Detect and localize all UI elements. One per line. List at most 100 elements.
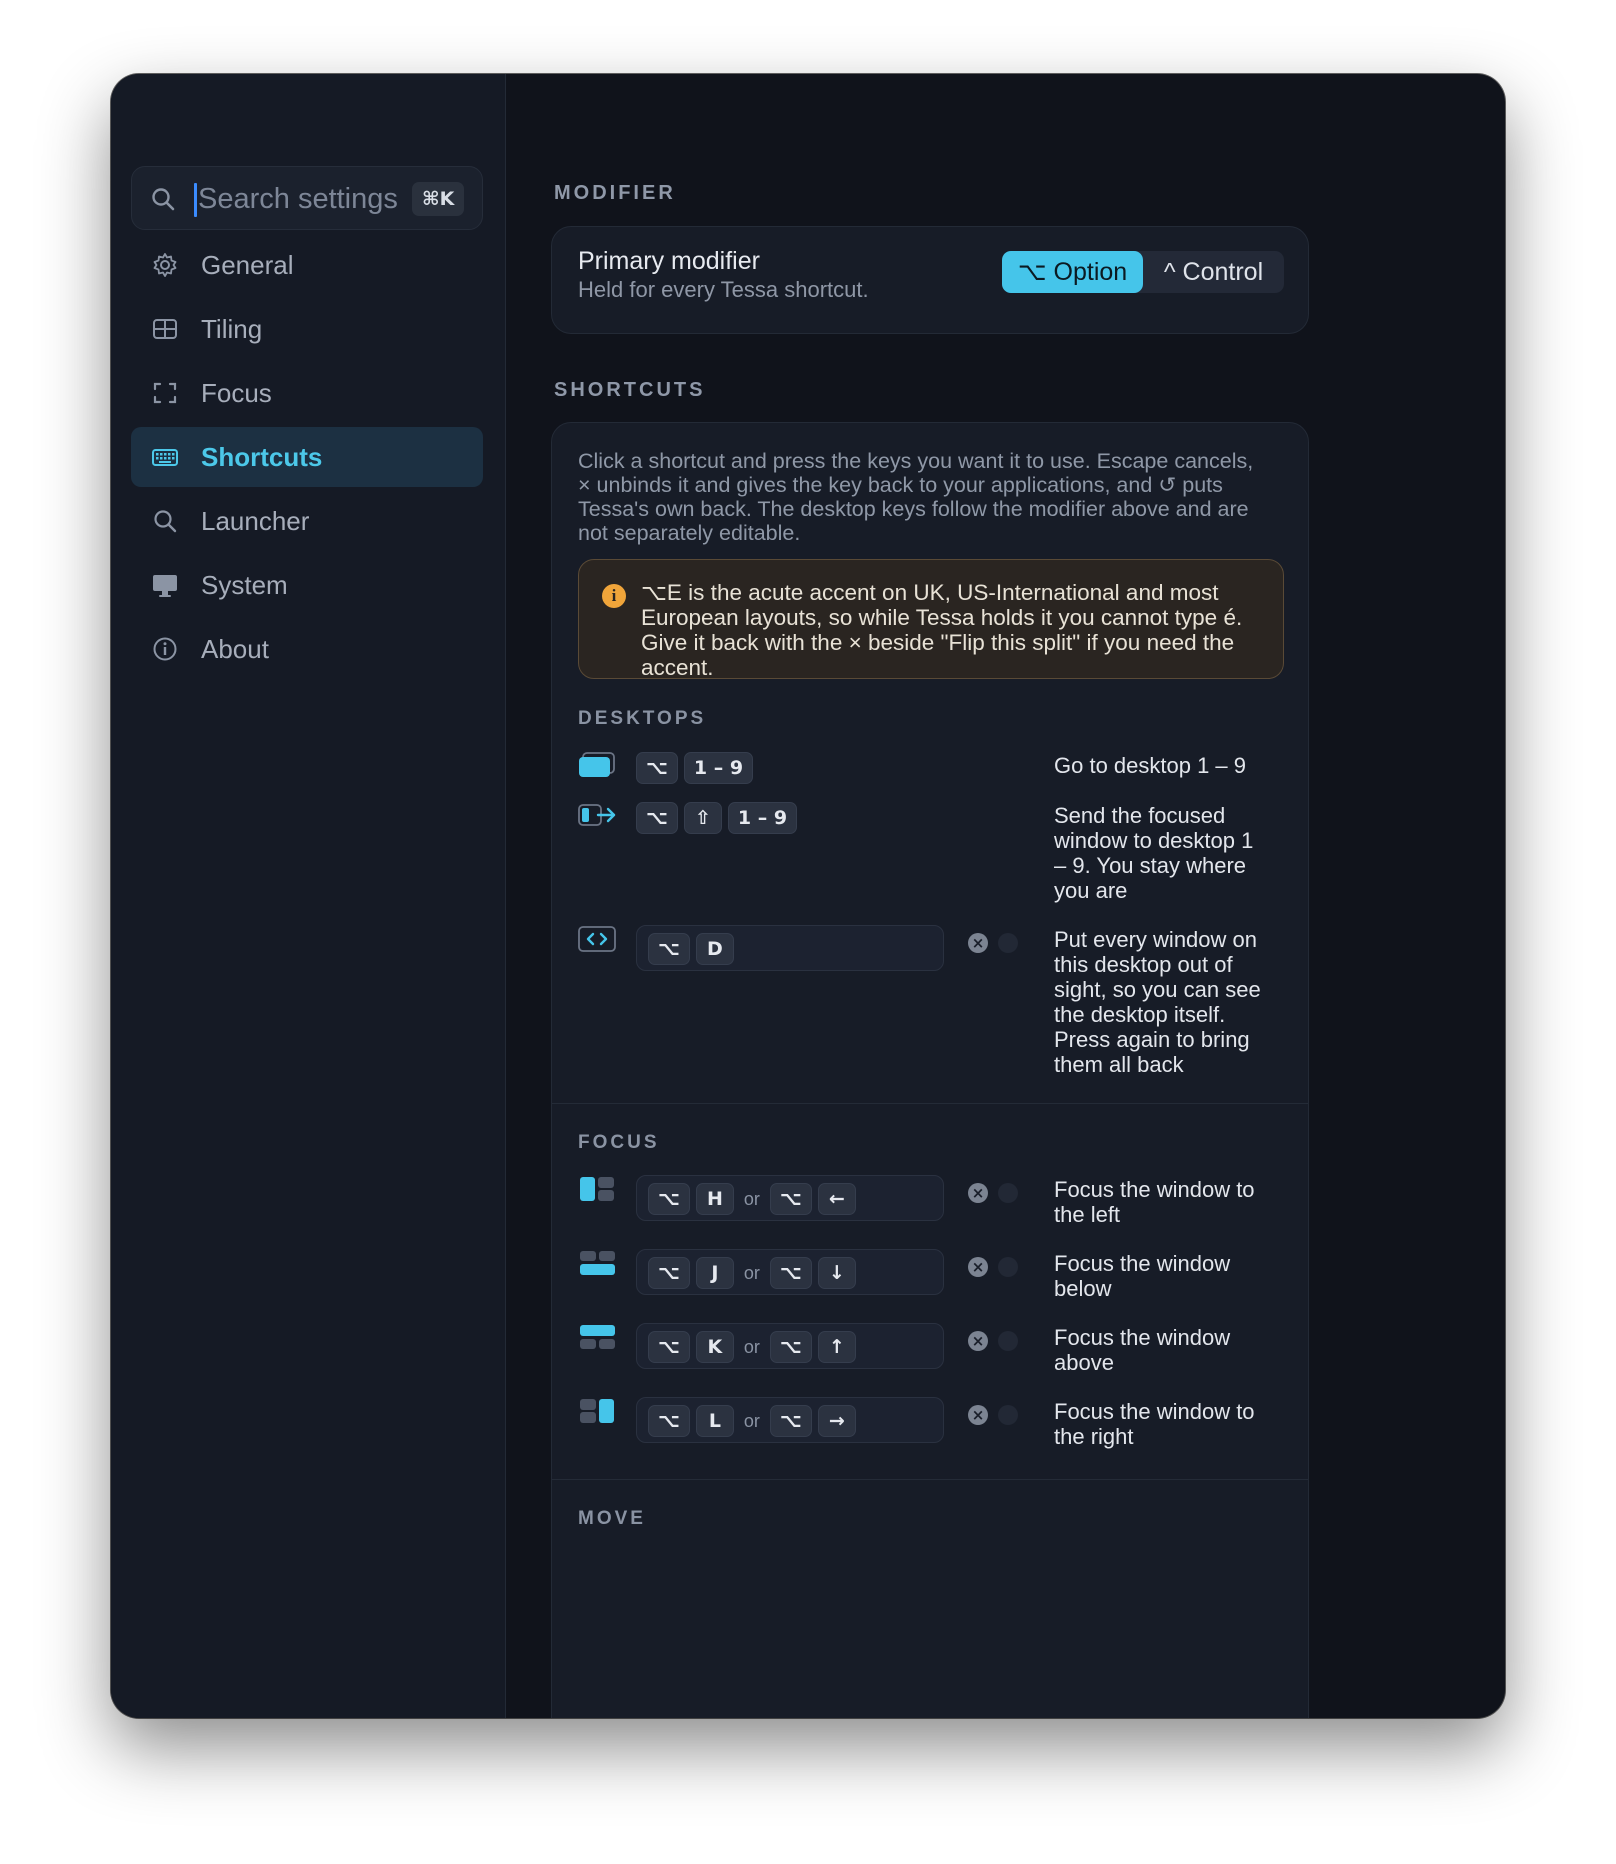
- key-cap: ⌥: [648, 1405, 690, 1437]
- shortcut-recorder[interactable]: ⌥ H or ⌥ ←: [636, 1175, 944, 1221]
- unbind-shortcut-button[interactable]: ×: [968, 933, 988, 953]
- shortcut-description: Put every window on this desktop out of …: [1054, 927, 1261, 1077]
- keyboard-icon: [152, 449, 178, 466]
- key-cap: ↓: [817, 1257, 856, 1289]
- reset-shortcut-button[interactable]: [998, 1257, 1018, 1277]
- section-divider: [552, 1103, 1308, 1104]
- warning-info-icon: i: [602, 584, 626, 608]
- shortcut-description: Send the focused window to desktop 1 – 9…: [1054, 803, 1254, 903]
- search-shortcut-hint: ⌘K: [412, 182, 465, 216]
- shortcut-keys: ⌥ D: [648, 932, 734, 966]
- focus-up-icon: [580, 1325, 615, 1349]
- shortcut-description: Focus the window to the right: [1054, 1399, 1255, 1449]
- search-input[interactable]: [198, 177, 403, 221]
- sidebar-item-label: About: [201, 634, 269, 664]
- section-header-modifier: MODIFIER: [554, 182, 676, 204]
- focus-frame-icon: [153, 382, 177, 404]
- key-cap: D: [695, 933, 734, 965]
- sidebar-item-label: General: [201, 250, 294, 280]
- sidebar-item-label: Focus: [201, 378, 272, 408]
- shortcuts-card: Click a shortcut and press the keys you …: [551, 422, 1309, 1718]
- key-cap: ⌥: [648, 933, 690, 965]
- key-cap: ⌥: [636, 802, 678, 834]
- key-cap: ⌥: [636, 752, 678, 784]
- reset-shortcut-button[interactable]: [998, 1183, 1018, 1203]
- shortcut-keys: ⌥ L or ⌥ →: [648, 1404, 856, 1438]
- shortcut-keys: ⌥ ⇧ 1 – 9: [636, 801, 798, 835]
- option-modifier-button[interactable]: ⌥ Option: [1002, 251, 1143, 293]
- unbind-shortcut-button[interactable]: ×: [968, 1405, 988, 1425]
- shortcut-recorder[interactable]: ⌥ K or ⌥ ↑: [636, 1323, 944, 1369]
- key-cap: ⌥: [769, 1183, 812, 1215]
- text-caret: [194, 183, 197, 217]
- search-box[interactable]: ⌘K: [131, 166, 483, 230]
- key-cap: H: [695, 1183, 734, 1215]
- key-cap: ⌥: [769, 1405, 812, 1437]
- focus-left-icon: [580, 1177, 614, 1201]
- unbind-shortcut-button[interactable]: ×: [968, 1331, 988, 1351]
- focus-down-icon: [580, 1251, 615, 1275]
- unbind-shortcut-button[interactable]: ×: [968, 1183, 988, 1203]
- sidebar-item-about[interactable]: About: [131, 619, 483, 679]
- key-cap: ⌥: [769, 1331, 812, 1363]
- key-cap: 1 – 9: [727, 802, 798, 834]
- sidebar-item-label: Launcher: [201, 506, 310, 536]
- or-separator: or: [743, 1188, 760, 1209]
- section-divider: [552, 1479, 1308, 1480]
- sidebar-item-tiling[interactable]: Tiling: [131, 299, 483, 359]
- key-cap: ⌥: [648, 1183, 690, 1215]
- shortcuts-description: Click a shortcut and press the keys you …: [578, 449, 1254, 545]
- or-separator: or: [743, 1336, 760, 1357]
- sidebar: ⌘K General Tiling Focus: [111, 74, 506, 1718]
- shortcut-keys: ⌥ J or ⌥ ↓: [648, 1256, 856, 1290]
- key-cap: L: [695, 1405, 734, 1437]
- key-cap: ↑: [817, 1331, 856, 1363]
- section-header-shortcuts: SHORTCUTS: [554, 379, 706, 401]
- sidebar-item-focus[interactable]: Focus: [131, 363, 483, 423]
- shortcut-recorder[interactable]: ⌥ D: [636, 925, 944, 971]
- shortcut-keys: ⌥ 1 – 9: [636, 751, 754, 785]
- shortcut-keys: ⌥ K or ⌥ ↑: [648, 1330, 856, 1364]
- sidebar-item-shortcuts[interactable]: Shortcuts: [131, 427, 483, 487]
- or-separator: or: [743, 1262, 760, 1283]
- warning-banner: i ⌥E is the acute accent on UK, US-Inter…: [578, 559, 1284, 680]
- desktop-icon: [579, 752, 615, 777]
- shortcut-description: Focus the window above: [1054, 1325, 1231, 1375]
- key-cap: ⇧: [683, 802, 722, 834]
- sidebar-item-label: Tiling: [201, 314, 263, 344]
- reset-shortcut-button[interactable]: [998, 1331, 1018, 1351]
- control-modifier-button[interactable]: ^ Control: [1143, 251, 1284, 293]
- search-icon: [152, 188, 175, 211]
- shortcut-keys: ⌥ H or ⌥ ←: [648, 1182, 856, 1216]
- shortcut-recorder[interactable]: ⌥ L or ⌥ →: [636, 1397, 944, 1443]
- primary-modifier-subtitle: Held for every Tessa shortcut.: [578, 277, 869, 302]
- main-panel: MODIFIER Primary modifier Held for every…: [507, 74, 1505, 1718]
- shortcut-description: Focus the window to the left: [1054, 1177, 1255, 1227]
- gear-icon: [153, 253, 177, 277]
- warning-text: ⌥E is the acute accent on UK, US-Interna…: [641, 580, 1243, 680]
- info-icon: [153, 637, 177, 661]
- subsection-header-desktops: DESKTOPS: [578, 708, 707, 729]
- monitor-icon: [153, 575, 177, 597]
- subsection-header-move: MOVE: [578, 1508, 646, 1529]
- modifier-segmented-control: ⌥ Option ^ Control: [1002, 251, 1284, 293]
- reset-shortcut-button[interactable]: [998, 1405, 1018, 1425]
- reset-shortcut-button[interactable]: [998, 933, 1018, 953]
- key-cap: ⌥: [648, 1257, 690, 1289]
- sidebar-item-system[interactable]: System: [131, 555, 483, 615]
- key-cap: J: [695, 1257, 734, 1289]
- shortcut-description: Focus the window below: [1054, 1251, 1231, 1301]
- modifier-card: Primary modifier Held for every Tessa sh…: [551, 226, 1309, 334]
- key-cap: ←: [817, 1183, 856, 1215]
- key-cap: 1 – 9: [683, 752, 754, 784]
- shortcut-recorder[interactable]: ⌥ J or ⌥ ↓: [636, 1249, 944, 1295]
- key-cap: ⌥: [648, 1331, 690, 1363]
- grid-icon: [153, 319, 177, 339]
- key-cap: ⌥: [769, 1257, 812, 1289]
- or-separator: or: [743, 1410, 760, 1431]
- sidebar-item-label: System: [201, 570, 288, 600]
- sidebar-item-general[interactable]: General: [131, 235, 483, 295]
- sidebar-item-launcher[interactable]: Launcher: [131, 491, 483, 551]
- unbind-shortcut-button[interactable]: ×: [968, 1257, 988, 1277]
- search-icon: [154, 510, 177, 533]
